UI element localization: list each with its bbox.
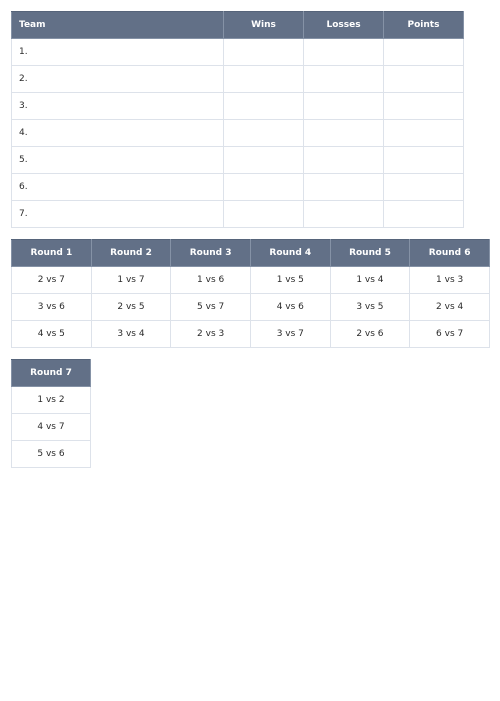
match-cell: 2 vs 4 (409, 293, 490, 321)
wins-cell (223, 38, 304, 66)
header-round-7: Round 7 (11, 359, 91, 387)
points-cell (383, 200, 464, 228)
wins-cell (223, 65, 304, 93)
header-wins: Wins (223, 11, 304, 39)
losses-cell (303, 65, 384, 93)
table-row: 3 vs 6 2 vs 5 5 vs 7 4 vs 6 3 vs 5 2 vs … (11, 293, 490, 321)
match-cell: 4 vs 5 (11, 320, 92, 348)
round-7-header-row: Round 7 (11, 359, 91, 387)
header-team: Team (11, 11, 224, 39)
match-cell: 3 vs 6 (11, 293, 92, 321)
match-cell: 1 vs 5 (249, 266, 331, 294)
table-row: 7. (11, 200, 464, 228)
match-cell: 5 vs 6 (11, 440, 91, 468)
table-row: 1 vs 2 (11, 386, 91, 414)
standings-table: Team Wins Losses Points 1. 2. 3. 4. 5. 6… (11, 11, 464, 228)
match-cell: 1 vs 7 (90, 266, 172, 294)
rounds-header-row: Round 1 Round 2 Round 3 Round 4 Round 5 … (11, 239, 490, 267)
round-7-table: Round 7 1 vs 2 4 vs 7 5 vs 6 (11, 359, 91, 468)
wins-cell (223, 92, 304, 120)
team-cell: 4. (11, 119, 224, 147)
header-round-5: Round 5 (329, 239, 411, 267)
match-cell: 4 vs 7 (11, 413, 91, 441)
points-cell (383, 119, 464, 147)
match-cell: 1 vs 6 (170, 266, 251, 294)
team-cell: 1. (11, 38, 224, 66)
header-losses: Losses (303, 11, 384, 39)
team-cell: 2. (11, 65, 224, 93)
losses-cell (303, 92, 384, 120)
rounds-schedule-table: Round 1 Round 2 Round 3 Round 4 Round 5 … (11, 239, 490, 348)
points-cell (383, 92, 464, 120)
team-cell: 5. (11, 146, 224, 174)
table-row: 2. (11, 65, 464, 93)
header-round-2: Round 2 (90, 239, 172, 267)
points-cell (383, 65, 464, 93)
match-cell: 3 vs 5 (329, 293, 411, 321)
team-cell: 3. (11, 92, 224, 120)
wins-cell (223, 200, 304, 228)
points-cell (383, 146, 464, 174)
match-cell: 1 vs 4 (329, 266, 411, 294)
header-round-3: Round 3 (170, 239, 251, 267)
standings-header-row: Team Wins Losses Points (11, 11, 464, 39)
match-cell: 3 vs 4 (90, 320, 172, 348)
header-round-4: Round 4 (249, 239, 331, 267)
wins-cell (223, 173, 304, 201)
match-cell: 5 vs 7 (170, 293, 251, 321)
wins-cell (223, 119, 304, 147)
match-cell: 3 vs 7 (249, 320, 331, 348)
match-cell: 2 vs 3 (170, 320, 251, 348)
table-row: 4 vs 5 3 vs 4 2 vs 3 3 vs 7 2 vs 6 6 vs … (11, 320, 490, 348)
losses-cell (303, 119, 384, 147)
header-round-1: Round 1 (11, 239, 92, 267)
losses-cell (303, 200, 384, 228)
match-cell: 2 vs 5 (90, 293, 172, 321)
losses-cell (303, 173, 384, 201)
match-cell: 1 vs 2 (11, 386, 91, 414)
match-cell: 6 vs 7 (409, 320, 490, 348)
team-cell: 7. (11, 200, 224, 228)
table-row: 5 vs 6 (11, 440, 91, 468)
table-row: 4. (11, 119, 464, 147)
points-cell (383, 173, 464, 201)
match-cell: 2 vs 7 (11, 266, 92, 294)
header-points: Points (383, 11, 464, 39)
losses-cell (303, 38, 384, 66)
points-cell (383, 38, 464, 66)
table-row: 6. (11, 173, 464, 201)
table-row: 1. (11, 38, 464, 66)
losses-cell (303, 146, 384, 174)
table-row: 5. (11, 146, 464, 174)
header-round-6: Round 6 (409, 239, 490, 267)
team-cell: 6. (11, 173, 224, 201)
match-cell: 2 vs 6 (329, 320, 411, 348)
table-row: 3. (11, 92, 464, 120)
match-cell: 4 vs 6 (249, 293, 331, 321)
table-row: 4 vs 7 (11, 413, 91, 441)
wins-cell (223, 146, 304, 174)
match-cell: 1 vs 3 (409, 266, 490, 294)
table-row: 2 vs 7 1 vs 7 1 vs 6 1 vs 5 1 vs 4 1 vs … (11, 266, 490, 294)
